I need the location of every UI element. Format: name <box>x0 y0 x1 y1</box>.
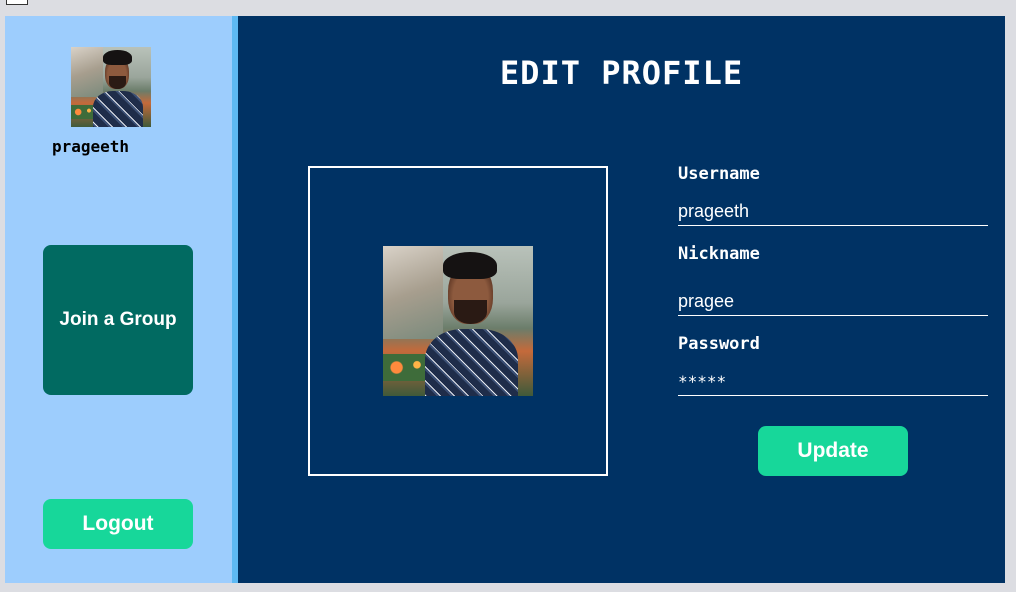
main-panel: EDIT PROFILE Username Nickname Password … <box>238 16 1005 583</box>
window-menu-icon <box>6 0 28 5</box>
sidebar-username: prageeth <box>52 137 130 156</box>
nickname-label: Nickname <box>678 244 760 264</box>
username-label: Username <box>678 164 760 184</box>
profile-photo-frame[interactable] <box>308 166 608 476</box>
logout-button[interactable]: Logout <box>43 499 193 549</box>
update-button[interactable]: Update <box>758 426 908 476</box>
sidebar: prageeth Join a Group Logout <box>5 16 232 583</box>
profile-photo <box>383 246 533 396</box>
app-window: prageeth Join a Group Logout EDIT PROFIL… <box>5 16 1005 583</box>
password-input[interactable] <box>678 368 988 396</box>
username-input[interactable] <box>678 198 988 226</box>
sidebar-avatar <box>71 47 151 127</box>
password-label: Password <box>678 334 760 354</box>
nickname-input[interactable] <box>678 288 988 316</box>
page-title: EDIT PROFILE <box>499 54 744 92</box>
join-group-button[interactable]: Join a Group <box>43 245 193 395</box>
